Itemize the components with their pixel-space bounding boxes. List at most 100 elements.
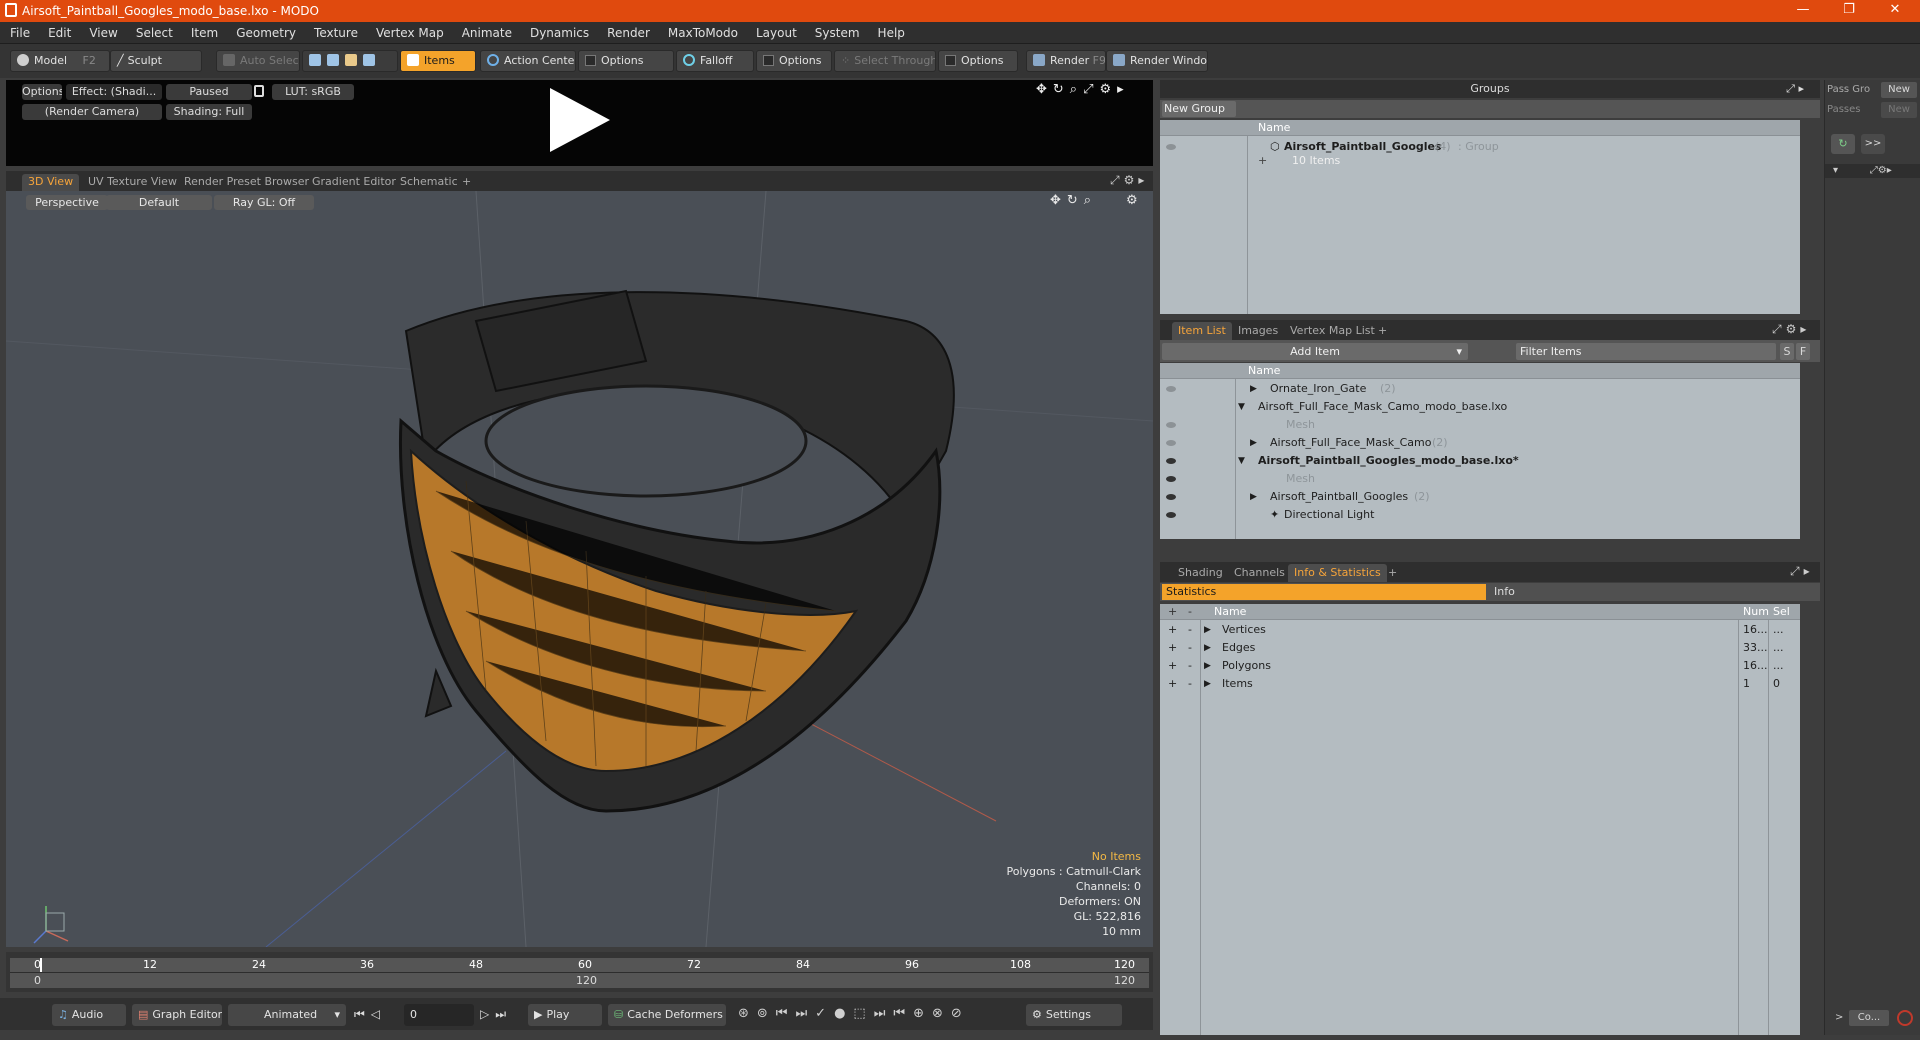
visibility-eye-icon[interactable] — [1166, 144, 1176, 150]
remove-icon[interactable]: - — [1188, 657, 1192, 675]
effect-dropdown[interactable]: Effect: (Shadi... — [66, 84, 162, 100]
groups-panel-controls[interactable]: ⤢ ▸ — [1786, 80, 1804, 98]
remove-icon[interactable]: - — [1188, 621, 1192, 639]
add-icon[interactable]: + — [1168, 657, 1177, 675]
tab-images[interactable]: Images — [1232, 322, 1284, 340]
tab-gradient-editor[interactable]: Gradient Editor — [306, 174, 402, 191]
info-subtab[interactable]: Info — [1490, 584, 1816, 600]
model-mode-button[interactable]: Model F2 — [10, 50, 110, 72]
menu-render[interactable]: Render — [597, 22, 658, 40]
add-icon[interactable]: + — [1168, 639, 1177, 657]
list-item[interactable]: ✦ Directional Light — [1160, 506, 1800, 524]
preview-options-button[interactable]: Options — [22, 84, 62, 100]
expand-arrow-icon[interactable]: ▶ — [1204, 621, 1211, 639]
viewport-panel-controls[interactable]: ⤢⚙▸ — [1110, 173, 1148, 188]
expand-arrow-icon[interactable]: ▶ — [1204, 675, 1211, 693]
key-tool-icons[interactable]: ⊛⊚⏮⏭✓●⬚⏭⏮⊕⊗⊘ — [738, 1006, 970, 1021]
lut-dropdown[interactable]: LUT: sRGB — [272, 84, 354, 100]
menu-vertex-map[interactable]: Vertex Map — [366, 22, 452, 40]
table-row[interactable]: + - ▶ Edges 33... ... — [1160, 639, 1800, 657]
menu-animate[interactable]: Animate — [452, 22, 520, 40]
tab-item-list[interactable]: Item List — [1172, 322, 1232, 340]
new-pass-group-button[interactable]: New — [1881, 82, 1917, 98]
lock-icon[interactable] — [254, 85, 264, 97]
maximize-button[interactable]: ❐ — [1826, 2, 1872, 20]
add-panel-tab[interactable]: + — [1372, 322, 1393, 340]
cache-deformers-button[interactable]: ⛁ Cache Deformers — [608, 1004, 726, 1026]
record-icon[interactable] — [1897, 1010, 1913, 1026]
visibility-eye-icon[interactable] — [1166, 494, 1176, 500]
play-button[interactable]: ▶ Play — [528, 1004, 602, 1026]
render-button[interactable]: Render F9 — [1026, 50, 1106, 72]
add-icon[interactable]: + — [1168, 675, 1177, 693]
step-back-buttons[interactable]: ⏮◁ — [354, 1007, 386, 1022]
more-button[interactable]: >> — [1861, 134, 1885, 154]
vertices-mode-icon[interactable] — [309, 54, 321, 66]
action-center-button[interactable]: Action Center — [480, 50, 576, 72]
menu-item[interactable]: Item — [181, 22, 226, 40]
menu-select[interactable]: Select — [126, 22, 181, 40]
menu-geometry[interactable]: Geometry — [226, 22, 304, 40]
tab-render-preset-browser[interactable]: Render Preset Browser — [178, 174, 315, 191]
list-item[interactable]: ▼ Airsoft_Full_Face_Mask_Camo_modo_base.… — [1160, 398, 1800, 416]
frame-input[interactable]: 0 — [404, 1004, 474, 1026]
close-button[interactable]: ✕ — [1872, 2, 1918, 20]
expand-arrow-icon[interactable]: ▶ — [1250, 380, 1257, 398]
statistics-subtab[interactable]: Statistics — [1162, 584, 1486, 600]
step-forward-buttons[interactable]: ▷⏭ — [480, 1007, 512, 1022]
preview-nav-icons[interactable]: ✥↻⌕⤢⚙▸ — [1036, 82, 1130, 97]
list-item[interactable]: ▼ Airsoft_Paintball_Googles_modo_base.lx… — [1160, 452, 1800, 470]
tab-3d-view[interactable]: 3D View — [22, 174, 80, 191]
list-item[interactable]: ▶ Airsoft_Full_Face_Mask_Camo (2) — [1160, 434, 1800, 452]
falloff-options-button[interactable]: Options — [756, 50, 832, 72]
menu-maxtomodo[interactable]: MaxToModo — [658, 22, 746, 40]
menu-system[interactable]: System — [805, 22, 868, 40]
tab-vertex-map-list[interactable]: Vertex Map List — [1284, 322, 1381, 340]
stats-panel-controls[interactable]: ⤢▸ — [1790, 564, 1814, 579]
timeline-ruler[interactable]: 0 12 24 36 48 60 72 84 96 108 120 0 120 … — [10, 958, 1149, 988]
menu-file[interactable]: File — [0, 22, 38, 40]
expand-arrow-icon[interactable]: ▶ — [1204, 657, 1211, 675]
list-item[interactable]: ▶ Ornate_Iron_Gate (2) — [1160, 380, 1800, 398]
render-window-button[interactable]: Render Window — [1106, 50, 1208, 72]
new-group-button[interactable]: New Group — [1162, 101, 1236, 117]
paused-button[interactable]: Paused — [166, 84, 252, 100]
audio-button[interactable]: ♫ Audio — [52, 1004, 126, 1026]
sculpt-mode-button[interactable]: ╱ Sculpt — [110, 50, 202, 72]
filter-f-button[interactable]: F — [1796, 343, 1810, 360]
pass-panel-controls[interactable]: ▾ ⤢⚙▸ — [1825, 164, 1920, 178]
tab-uv-texture-view[interactable]: UV Texture View — [82, 174, 183, 191]
visibility-eye-icon[interactable] — [1166, 476, 1176, 482]
materials-mode-icon[interactable] — [363, 54, 375, 66]
add-panel-tab[interactable]: + — [1382, 564, 1403, 582]
list-item[interactable]: Mesh — [1160, 470, 1800, 488]
remove-icon[interactable]: - — [1188, 675, 1192, 693]
select-through-button[interactable]: ⁘ Select Through — [834, 50, 936, 72]
add-tab-button[interactable]: + — [456, 174, 477, 191]
table-row[interactable]: + - ▶ Polygons 16... ... — [1160, 657, 1800, 675]
add-item-button[interactable]: Add Item ▾ — [1162, 343, 1468, 360]
collapse-arrow-icon[interactable]: ▼ — [1238, 452, 1245, 470]
collapse-arrow-icon[interactable]: > — [1835, 1012, 1843, 1023]
visibility-eye-icon[interactable] — [1166, 422, 1176, 428]
table-row[interactable]: + - ▶ Items 1 0 — [1160, 675, 1800, 693]
select-through-options-button[interactable]: Options — [938, 50, 1018, 72]
expand-plus-icon[interactable]: + — [1258, 152, 1267, 170]
remove-icon[interactable]: - — [1188, 639, 1192, 657]
command-button[interactable]: Co... — [1849, 1010, 1889, 1026]
menu-edit[interactable]: Edit — [38, 22, 79, 40]
play-preview-icon[interactable] — [546, 86, 612, 154]
menu-view[interactable]: View — [79, 22, 125, 40]
visibility-eye-icon[interactable] — [1166, 458, 1176, 464]
expand-arrow-icon[interactable]: ▶ — [1204, 639, 1211, 657]
collapse-arrow-icon[interactable]: ▼ — [1238, 398, 1245, 416]
action-center-options-button[interactable]: Options — [578, 50, 674, 72]
tab-info-statistics[interactable]: Info & Statistics — [1288, 564, 1387, 582]
3d-viewport[interactable]: Perspective Default Ray GL: Off ✥↻⌕ ⚙ No… — [6, 191, 1153, 947]
table-row[interactable]: + - ▶ Vertices 16... ... — [1160, 621, 1800, 639]
itemlist-panel-controls[interactable]: ⤢⚙▸ — [1772, 322, 1810, 337]
visibility-eye-icon[interactable] — [1166, 440, 1176, 446]
graph-editor-button[interactable]: ▤ Graph Editor — [132, 1004, 222, 1026]
list-item[interactable]: Mesh — [1160, 416, 1800, 434]
menu-texture[interactable]: Texture — [304, 22, 366, 40]
